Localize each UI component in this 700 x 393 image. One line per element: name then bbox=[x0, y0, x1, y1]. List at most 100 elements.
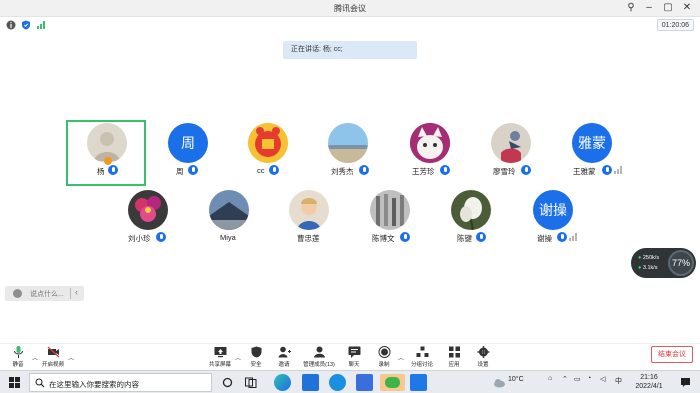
taskbar-search-input[interactable]: 在这里输入你要搜索的内容 bbox=[29, 373, 212, 392]
participant-name: 曹忠莲 bbox=[297, 234, 320, 243]
participant-tile[interactable]: 陈键 bbox=[431, 187, 511, 253]
share-options-chevron-icon[interactable]: ︿ bbox=[235, 353, 241, 362]
participant-tile[interactable]: 廖雪玲 bbox=[471, 120, 551, 186]
network-monitor-widget[interactable]: ● 250k/s ● 3.1k/s 77% bbox=[631, 248, 696, 278]
avatar bbox=[209, 190, 249, 230]
add-user-icon bbox=[278, 346, 291, 358]
system-clock[interactable]: 21:16 2022/4/1 bbox=[632, 373, 666, 391]
participant-tile[interactable]: Miya bbox=[189, 187, 269, 253]
participant-name: 周 bbox=[176, 167, 184, 176]
collapse-chevron-icon[interactable]: ‹ bbox=[75, 287, 78, 297]
breakout-icon bbox=[416, 346, 428, 357]
windows-start-icon[interactable] bbox=[9, 377, 20, 388]
participant-name: cc bbox=[257, 166, 265, 175]
apps-grid-icon bbox=[448, 346, 460, 358]
record-options-chevron-icon[interactable]: ︿ bbox=[398, 353, 404, 362]
participant-tile[interactable]: 雅蒙 王雅蒙 bbox=[552, 120, 632, 186]
mute-options-chevron-icon[interactable]: ︿ bbox=[32, 353, 38, 362]
edge-browser-icon[interactable] bbox=[274, 374, 291, 391]
participant-name: 刘小珍 bbox=[128, 234, 151, 243]
invite-button[interactable]: 邀请 bbox=[274, 346, 294, 368]
weather-temp[interactable]: 10°C bbox=[508, 376, 524, 383]
end-meeting-button[interactable]: 结束会议 bbox=[651, 346, 693, 363]
chat-placeholder: 说点什么... bbox=[30, 291, 64, 298]
browser-icon[interactable] bbox=[329, 374, 346, 391]
video-button[interactable]: 开启视频 bbox=[39, 346, 67, 368]
chat-button[interactable]: 聊天 bbox=[344, 346, 364, 368]
breakout-rooms-button[interactable]: 分组讨论 bbox=[407, 346, 437, 368]
wechat-icon[interactable] bbox=[380, 374, 405, 391]
weather-cloud-icon bbox=[494, 379, 505, 388]
mic-icon bbox=[269, 165, 279, 175]
cortana-icon[interactable] bbox=[222, 377, 233, 388]
shield-icon[interactable] bbox=[21, 20, 31, 30]
window-title: 腾讯会议 bbox=[334, 4, 366, 13]
record-button[interactable]: 录制 bbox=[374, 346, 394, 368]
avatar bbox=[451, 190, 491, 230]
manage-members-button[interactable]: 管理成员(13) bbox=[301, 346, 337, 368]
mic-icon bbox=[108, 165, 118, 175]
wifi-icon[interactable]: ◔ bbox=[587, 375, 591, 382]
avatar bbox=[128, 190, 168, 230]
participant-name: 杨 bbox=[97, 167, 105, 176]
mic-icon bbox=[156, 232, 166, 242]
participant-tile[interactable]: 杨 bbox=[66, 120, 146, 186]
chat-input[interactable]: 说点什么... ‹ bbox=[5, 286, 84, 301]
participant-tile[interactable]: 刘秀杰 bbox=[308, 120, 388, 186]
app-icon[interactable] bbox=[356, 374, 373, 391]
mic-icon bbox=[602, 165, 612, 175]
os-taskbar: 在这里输入你要搜索的内容 10°C ⌂ ⌃ ▭ ◔ ◁ 中 21:16 2022… bbox=[0, 370, 700, 393]
volume-icon[interactable]: ◁ bbox=[600, 375, 605, 383]
apps-button[interactable]: 应用 bbox=[444, 346, 464, 368]
avatar bbox=[328, 123, 368, 163]
notification-icon[interactable] bbox=[680, 377, 691, 388]
mic-icon bbox=[359, 165, 369, 175]
security-button[interactable]: 安全 bbox=[246, 346, 266, 368]
tencent-meeting-icon[interactable] bbox=[410, 374, 427, 391]
pin-icon[interactable]: ⚲ bbox=[624, 1, 638, 15]
participant-name: 王芳珍 bbox=[412, 167, 435, 176]
participant-name: 王雅蒙 bbox=[573, 167, 596, 176]
participant-name: 谢操 bbox=[537, 234, 552, 243]
search-icon bbox=[35, 378, 45, 388]
task-view-icon[interactable] bbox=[245, 377, 257, 388]
signal-icon[interactable] bbox=[36, 20, 46, 30]
mute-button[interactable]: 静音 bbox=[7, 346, 29, 368]
tray-chevron-icon[interactable]: ⌃ bbox=[562, 375, 568, 383]
video-camera-off-icon bbox=[47, 346, 59, 358]
mic-icon bbox=[188, 165, 198, 175]
avatar: 雅蒙 bbox=[572, 123, 612, 163]
participant-tile[interactable]: 周 周 bbox=[148, 120, 228, 186]
participant-tile[interactable]: 王芳珍 bbox=[390, 120, 470, 186]
participant-tile[interactable]: 谢操 谢操 bbox=[513, 187, 593, 253]
avatar bbox=[370, 190, 410, 230]
settings-button[interactable]: 设置 bbox=[473, 346, 493, 368]
video-options-chevron-icon[interactable]: ︿ bbox=[68, 353, 74, 362]
participant-name: Miya bbox=[220, 233, 236, 242]
mic-icon bbox=[400, 232, 410, 242]
meeting-info-bar: 01:20:06 bbox=[0, 17, 700, 33]
people-icon[interactable]: ⌂ bbox=[548, 375, 552, 382]
signal-strength-icon bbox=[614, 166, 622, 174]
participant-tile[interactable]: 曹忠莲 bbox=[269, 187, 349, 253]
meeting-timer: 01:20:06 bbox=[656, 19, 694, 31]
share-screen-button[interactable]: 共享屏幕 bbox=[206, 346, 234, 368]
close-button[interactable]: ✕ bbox=[680, 1, 694, 15]
participant-tile[interactable]: 陈博文 bbox=[350, 187, 430, 253]
maximize-button[interactable]: ▢ bbox=[661, 1, 675, 15]
minimize-button[interactable]: – bbox=[642, 1, 656, 15]
search-placeholder: 在这里输入你要搜索的内容 bbox=[49, 380, 139, 389]
host-badge-icon bbox=[104, 157, 112, 165]
ime-indicator[interactable]: 中 bbox=[615, 376, 622, 386]
network-icon[interactable]: ▭ bbox=[574, 375, 581, 383]
participant-tile[interactable]: 刘小珍 bbox=[108, 187, 188, 253]
divider bbox=[70, 288, 71, 299]
mail-icon[interactable] bbox=[302, 374, 319, 391]
chat-icon bbox=[348, 346, 360, 358]
info-icon[interactable] bbox=[6, 20, 16, 30]
participant-tile[interactable]: cc bbox=[228, 120, 308, 186]
record-icon bbox=[378, 346, 390, 358]
participant-name: 刘秀杰 bbox=[331, 167, 354, 176]
avatar bbox=[248, 123, 288, 163]
mic-icon bbox=[557, 232, 567, 242]
